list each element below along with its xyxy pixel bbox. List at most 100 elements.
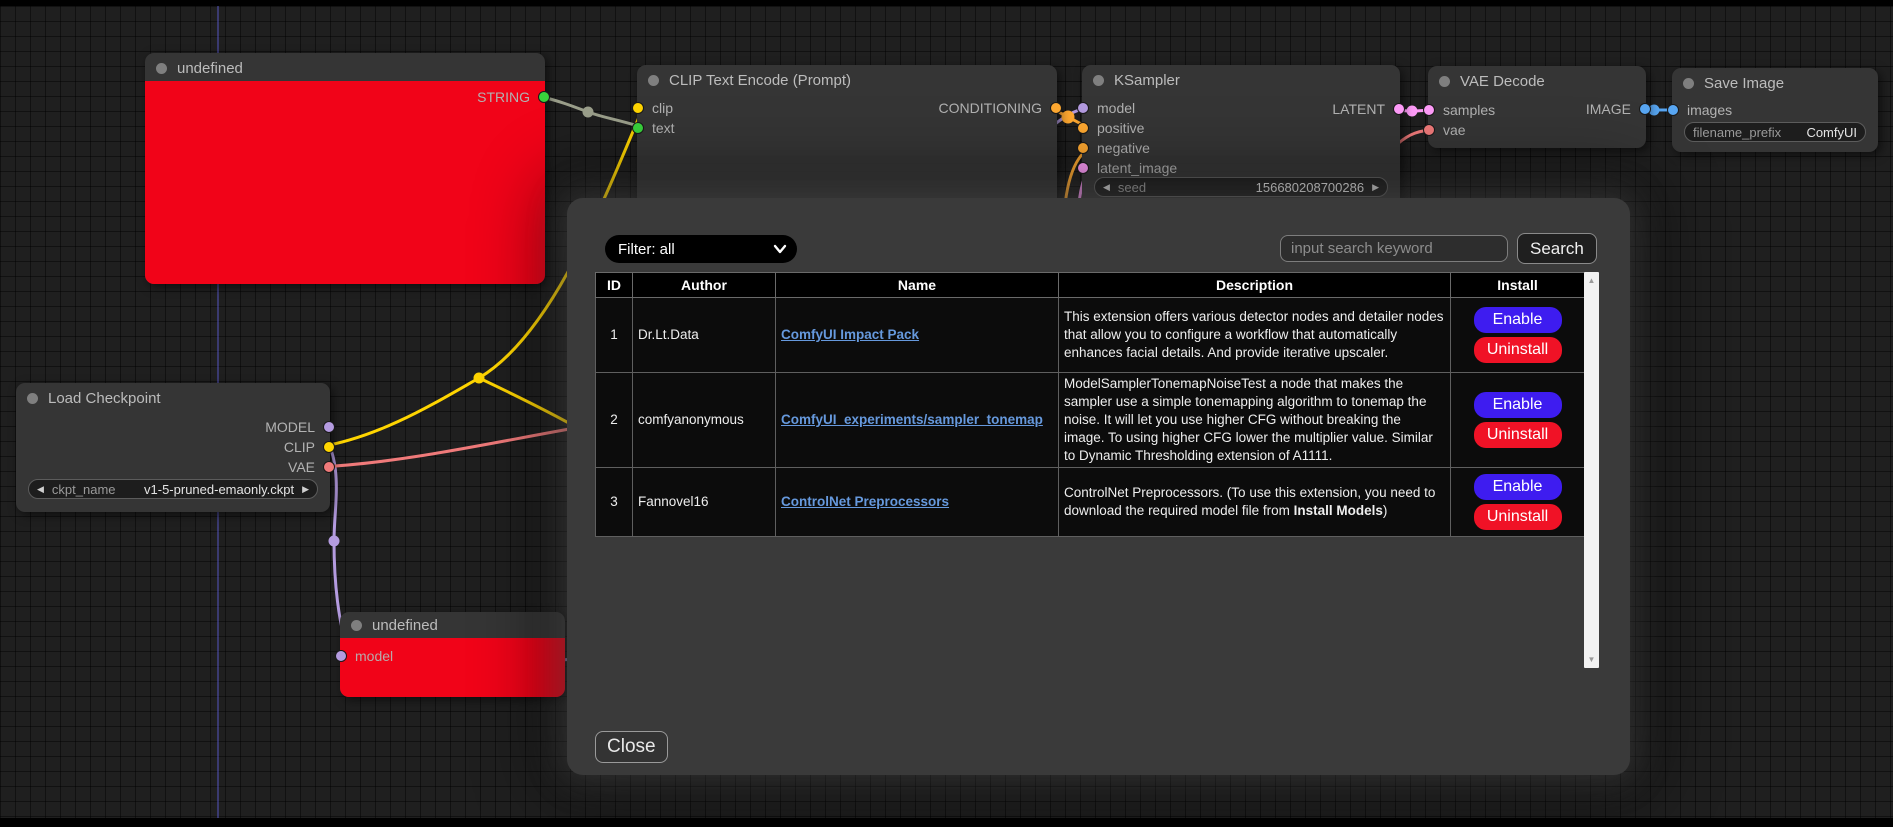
slot-label: images: [1687, 102, 1732, 118]
reroute-dot[interactable]: [583, 107, 594, 118]
input-slot-model[interactable]: model: [335, 649, 393, 663]
search-input[interactable]: [1280, 235, 1508, 262]
cell-author: Fannovel16: [633, 467, 776, 536]
widget-value[interactable]: ComfyUI: [1781, 125, 1857, 140]
input-slot-text[interactable]: text: [632, 121, 675, 135]
node-undefined-bottom[interactable]: undefined model: [340, 612, 565, 697]
extension-link[interactable]: ComfyUI_experiments/sampler_tonemap: [781, 412, 1043, 427]
cell-description: ModelSamplerTonemapNoiseTest a node that…: [1059, 373, 1451, 468]
node-load-checkpoint[interactable]: Load Checkpoint MODEL CLIP VAE ◀ ckpt_na…: [16, 383, 330, 512]
reroute-dot[interactable]: [474, 373, 485, 384]
slot-label: STRING: [477, 89, 530, 105]
slot-dot-latent[interactable]: [1393, 103, 1405, 115]
input-slot-negative[interactable]: negative: [1077, 141, 1150, 155]
reroute-dot[interactable]: [1407, 106, 1418, 117]
slot-dot-string[interactable]: [538, 91, 550, 103]
collapse-dot-icon[interactable]: [648, 75, 659, 86]
decrement-arrow-icon[interactable]: ◀: [1103, 182, 1110, 193]
node-vae-decode[interactable]: VAE Decode samples vae IMAGE: [1428, 66, 1646, 148]
enable-button[interactable]: Enable: [1474, 307, 1562, 333]
collapse-dot-icon[interactable]: [1093, 75, 1104, 86]
collapse-dot-icon[interactable]: [156, 63, 167, 74]
input-slot-clip[interactable]: clip: [632, 101, 673, 115]
node-undefined-top[interactable]: undefined STRING: [145, 53, 545, 284]
table-row: 1 Dr.Lt.Data ComfyUI Impact Pack This ex…: [596, 298, 1585, 373]
output-slot-string[interactable]: STRING: [477, 90, 550, 104]
node-header[interactable]: Save Image: [1672, 68, 1878, 98]
slot-dot-conditioning[interactable]: [1050, 102, 1062, 114]
wire-string: [543, 97, 644, 128]
enable-button[interactable]: Enable: [1474, 392, 1562, 418]
node-header[interactable]: undefined: [340, 612, 565, 638]
uninstall-button[interactable]: Uninstall: [1474, 337, 1562, 363]
enable-button[interactable]: Enable: [1474, 474, 1562, 500]
slot-dot-model[interactable]: [335, 650, 347, 662]
input-slot-model[interactable]: model: [1077, 101, 1135, 115]
slot-label: IMAGE: [1586, 101, 1631, 117]
scroll-down-arrow-icon[interactable]: ▼: [1584, 655, 1599, 664]
filter-select[interactable]: Filter: all: [605, 235, 797, 263]
node-header[interactable]: VAE Decode: [1428, 66, 1646, 96]
cell-install: Enable Uninstall: [1451, 298, 1585, 373]
slot-dot-latent-image[interactable]: [1077, 162, 1089, 174]
slot-dot-positive[interactable]: [1077, 122, 1089, 134]
close-button[interactable]: Close: [595, 731, 668, 763]
wire-vae: [319, 428, 575, 467]
slot-dot-model[interactable]: [1077, 102, 1089, 114]
collapse-dot-icon[interactable]: [351, 620, 362, 631]
filename-prefix-widget[interactable]: filename_prefix ComfyUI: [1684, 122, 1866, 142]
slot-dot-clip[interactable]: [632, 102, 644, 114]
collapse-dot-icon[interactable]: [1439, 76, 1450, 87]
input-slot-vae[interactable]: vae: [1423, 123, 1466, 137]
widget-value[interactable]: 156680208700286: [1154, 180, 1364, 195]
output-slot-image[interactable]: IMAGE: [1586, 102, 1651, 116]
slot-dot-vae[interactable]: [1423, 124, 1435, 136]
slot-label: vae: [1443, 122, 1466, 138]
slot-dot-images[interactable]: [1667, 104, 1679, 116]
error-node-body: [340, 638, 565, 697]
table-scrollbar[interactable]: ▲ ▼: [1584, 272, 1599, 668]
slot-dot-text[interactable]: [632, 122, 644, 134]
input-slot-latent-image[interactable]: latent_image: [1077, 161, 1177, 175]
output-slot-model[interactable]: MODEL: [265, 420, 335, 434]
scroll-up-arrow-icon[interactable]: ▲: [1584, 276, 1599, 285]
slot-dot-image[interactable]: [1639, 103, 1651, 115]
seed-widget[interactable]: ◀ seed 156680208700286 ▶: [1094, 177, 1388, 197]
input-slot-images[interactable]: images: [1667, 103, 1732, 117]
search-button[interactable]: Search: [1517, 233, 1597, 264]
extension-link[interactable]: ControlNet Preprocessors: [781, 494, 949, 509]
collapse-dot-icon[interactable]: [27, 393, 38, 404]
description-text: ): [1383, 503, 1388, 518]
node-header[interactable]: undefined: [145, 53, 545, 83]
slot-dot-samples[interactable]: [1423, 104, 1435, 116]
uninstall-button[interactable]: Uninstall: [1474, 422, 1562, 448]
reroute-dot[interactable]: [329, 536, 340, 547]
node-title: Save Image: [1704, 75, 1784, 92]
output-slot-clip[interactable]: CLIP: [284, 440, 335, 454]
slot-dot-clip[interactable]: [323, 441, 335, 453]
node-header[interactable]: Load Checkpoint: [16, 383, 330, 413]
increment-arrow-icon[interactable]: ▶: [1372, 182, 1379, 193]
slot-dot-vae[interactable]: [323, 461, 335, 473]
increment-arrow-icon[interactable]: ▶: [302, 484, 309, 495]
extension-link[interactable]: ComfyUI Impact Pack: [781, 327, 919, 342]
node-save-image[interactable]: Save Image images filename_prefix ComfyU…: [1672, 68, 1878, 152]
table-row: 2 comfyanonymous ComfyUI_experiments/sam…: [596, 373, 1585, 468]
slot-label: CONDITIONING: [939, 100, 1042, 116]
output-slot-latent[interactable]: LATENT: [1332, 102, 1405, 116]
node-header[interactable]: KSampler: [1082, 65, 1400, 95]
input-slot-positive[interactable]: positive: [1077, 121, 1144, 135]
output-slot-conditioning[interactable]: CONDITIONING: [939, 101, 1062, 115]
slot-dot-negative[interactable]: [1077, 142, 1089, 154]
decrement-arrow-icon[interactable]: ◀: [37, 484, 44, 495]
slot-label: CLIP: [284, 439, 315, 455]
ckpt-name-widget[interactable]: ◀ ckpt_name v1-5-pruned-emaonly.ckpt ▶: [28, 479, 318, 499]
input-slot-samples[interactable]: samples: [1423, 103, 1495, 117]
slot-dot-model[interactable]: [323, 421, 335, 433]
uninstall-button[interactable]: Uninstall: [1474, 504, 1562, 530]
widget-value[interactable]: v1-5-pruned-emaonly.ckpt: [124, 482, 295, 497]
output-slot-vae[interactable]: VAE: [288, 460, 335, 474]
collapse-dot-icon[interactable]: [1683, 78, 1694, 89]
node-header[interactable]: CLIP Text Encode (Prompt): [637, 65, 1057, 95]
reroute-dot[interactable]: [1062, 111, 1075, 124]
